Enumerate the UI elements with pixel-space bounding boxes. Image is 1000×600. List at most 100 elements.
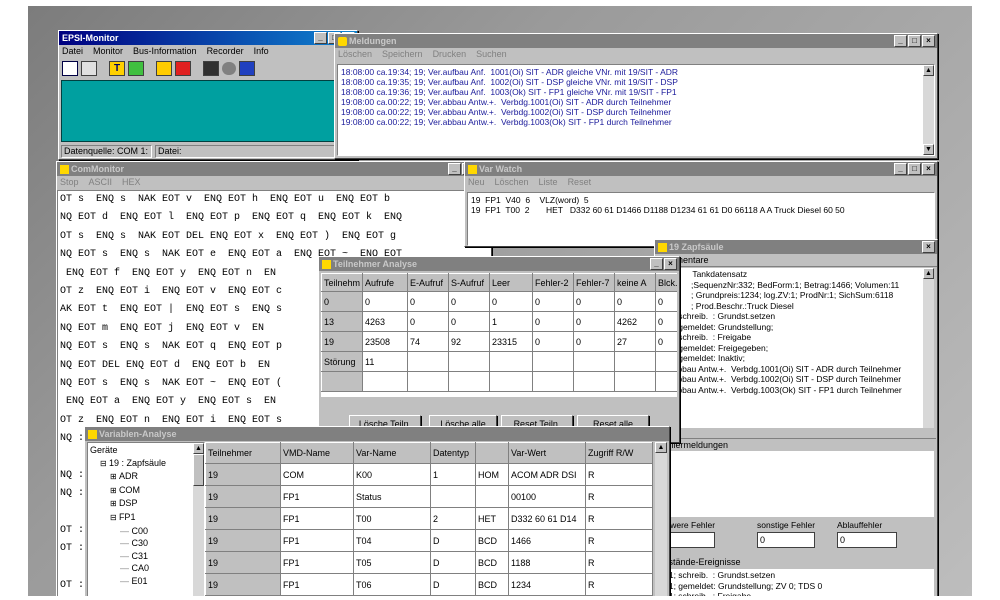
table-row[interactable]: 19 FP1 T00 2 HET D332 60 61 D14 R [205, 507, 653, 530]
maximize-button[interactable]: □ [908, 35, 921, 47]
row-header[interactable]: 19 [205, 485, 281, 508]
commonitor-titlebar[interactable]: ComMonitor _□× [57, 162, 491, 176]
meldungen-titlebar[interactable]: Meldungen _ □ × [335, 34, 937, 48]
commonitor-menu-item[interactable]: HEX [122, 176, 141, 189]
tree-node[interactable]: — C00 [90, 525, 202, 538]
variablen-scrollbar[interactable]: ▲ [655, 442, 667, 596]
column-header[interactable]: Fehler-2 [532, 273, 574, 292]
column-header[interactable]: VMD-Name [280, 442, 354, 464]
epsi-menu-item[interactable]: Datei [62, 45, 83, 58]
column-header[interactable]: Datentyp [430, 442, 476, 464]
meldungen-scrollbar[interactable]: ▲ ▼ [923, 65, 934, 155]
row-header[interactable]: 19 [205, 551, 281, 574]
table-row[interactable]: 13 4263 0 0 1 0 0 4262 0 [321, 311, 677, 332]
text-t-icon[interactable]: T [109, 60, 125, 76]
column-header[interactable]: Var-Name [353, 442, 431, 464]
row-header[interactable]: 19 [205, 507, 281, 530]
close-button[interactable]: × [922, 163, 935, 175]
tree-node[interactable]: ⊞ ADR [90, 470, 202, 484]
row-header[interactable]: 19 [205, 463, 281, 486]
column-header[interactable]: keine A [614, 273, 656, 292]
close-button[interactable]: × [922, 241, 935, 253]
column-header[interactable]: Zugriff R/W [585, 442, 653, 464]
maximize-button[interactable]: □ [908, 163, 921, 175]
io-icon[interactable] [156, 60, 172, 76]
column-header[interactable]: Aufrufe [362, 273, 408, 292]
tree-node[interactable]: ⊞ DSP [90, 497, 202, 511]
stop-icon[interactable] [175, 60, 191, 76]
kommentare-scrollbar[interactable]: ▲ [923, 268, 934, 428]
epsi-menu-item[interactable]: Monitor [93, 45, 123, 58]
tree-scrollbar[interactable]: ▲ [193, 443, 204, 596]
row-header[interactable]: 19 [205, 529, 281, 552]
row-header[interactable]: Störung [321, 351, 363, 372]
pen-icon[interactable] [239, 60, 255, 76]
row-header[interactable]: 13 [321, 311, 363, 332]
row-header[interactable]: 19 [321, 331, 363, 352]
close-button[interactable]: × [664, 258, 677, 270]
epsi-menu-item[interactable]: Info [254, 45, 269, 58]
collapse-icon[interactable]: ⊟ [100, 459, 109, 468]
column-header[interactable]: Teilnehmer [205, 442, 281, 464]
table-row[interactable]: 000000000 [321, 291, 677, 312]
arrow-icon[interactable] [81, 60, 97, 76]
collapse-icon[interactable]: ⊟ [110, 513, 119, 522]
table-row[interactable]: 19 FP1 T05 D BCD 1188 R [205, 551, 653, 574]
chart-icon[interactable] [128, 60, 144, 76]
varwatch-menu-item[interactable]: Löschen [495, 176, 529, 189]
column-header[interactable]: S-Aufruf [448, 273, 490, 292]
fehler-count-field[interactable]: 0 [837, 532, 897, 548]
column-header[interactable]: Leer [489, 273, 533, 292]
variablen-titlebar[interactable]: Variablen-Analyse [85, 427, 669, 441]
expand-icon[interactable]: ⊞ [110, 472, 119, 481]
minimize-button[interactable]: _ [448, 163, 461, 175]
minimize-button[interactable]: _ [650, 258, 663, 270]
table-row[interactable]: 19 FP1 T04 D BCD 1466 R [205, 529, 653, 552]
table-row[interactable]: 19 COM K00 1 HOM ACOM ADR DSI R [205, 463, 653, 486]
meldungen-menu-item[interactable]: Suchen [476, 48, 507, 61]
tree-node[interactable]: — CA0 [90, 562, 202, 575]
epsi-menu-item[interactable]: Recorder [207, 45, 244, 58]
minimize-button[interactable]: _ [894, 35, 907, 47]
varwatch-titlebar[interactable]: Var Watch _ □ × [465, 162, 937, 176]
fehler-count-field[interactable]: 0 [757, 532, 815, 548]
column-header[interactable] [475, 442, 509, 464]
table-icon[interactable] [62, 60, 78, 76]
tree-node[interactable]: ⊞ COM [90, 484, 202, 498]
table-row[interactable]: Störung 11 [321, 351, 677, 372]
varwatch-menu-item[interactable]: Liste [539, 176, 558, 189]
table-row[interactable]: 19 FP1 Status 00100 R [205, 485, 653, 508]
varwatch-menu-item[interactable]: Neu [468, 176, 485, 189]
column-header[interactable]: Blck.W [655, 273, 677, 292]
expand-icon[interactable]: ⊞ [110, 499, 119, 508]
minimize-button[interactable]: _ [314, 32, 327, 44]
commonitor-menu-item[interactable]: Stop [60, 176, 79, 189]
tree-node[interactable]: — C31 [90, 550, 202, 563]
meldungen-menu-item[interactable]: Speichern [382, 48, 423, 61]
minimize-button[interactable]: _ [894, 163, 907, 175]
tree-node[interactable]: ⊟ 19 : Zapfsäule [90, 457, 202, 471]
row-header[interactable]: 19 [205, 573, 281, 596]
epsi-menu-item[interactable]: Bus-Information [133, 45, 197, 58]
table-row[interactable]: 19 23508 74 92 23315 0 0 27 0 [321, 331, 677, 352]
row-header[interactable]: 0 [321, 291, 363, 312]
column-header[interactable]: Fehler-7 [573, 273, 615, 292]
epsi-titlebar[interactable]: EPSI-Monitor _□× [59, 31, 357, 45]
zapfsaeule-titlebar[interactable]: 19 Zapfsäule × [655, 240, 937, 254]
tree-node[interactable]: Geräte [90, 444, 202, 457]
column-header[interactable]: Teilnehm [321, 273, 363, 292]
close-button[interactable]: × [922, 35, 935, 47]
commonitor-menu-item[interactable]: ASCII [89, 176, 113, 189]
tree-node[interactable]: — C30 [90, 537, 202, 550]
meldungen-menu-item[interactable]: Drucken [433, 48, 467, 61]
tree-node[interactable]: ⊟ FP1 [90, 511, 202, 525]
expand-icon[interactable]: ⊞ [110, 486, 119, 495]
meldungen-menu-item[interactable]: Löschen [338, 48, 372, 61]
teilnehmer-titlebar[interactable]: Teilnehmer Analyse _ × [319, 257, 679, 271]
table-row[interactable]: 19 FP1 T06 D BCD 1234 R [205, 573, 653, 596]
record-icon[interactable] [222, 61, 236, 75]
varwatch-menu-item[interactable]: Reset [568, 176, 592, 189]
column-header[interactable]: Var-Wert [508, 442, 586, 464]
column-header[interactable]: E-Aufruf [407, 273, 449, 292]
truck-icon[interactable] [203, 60, 219, 76]
